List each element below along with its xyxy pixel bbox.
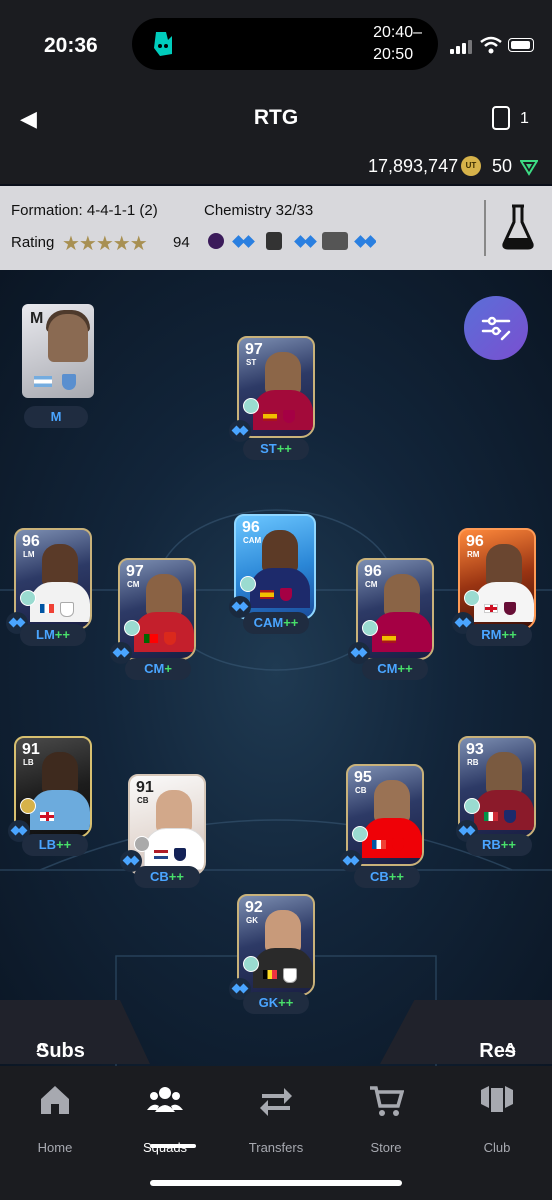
rating-stars: ★★★★★ [62,233,148,255]
tottenham-badge-icon [174,848,186,861]
player-card-cm-left[interactable]: 97 CM [118,558,196,660]
aston-villa-badge-icon [504,602,516,615]
england-flag-icon [484,604,498,613]
player-card-cb-right[interactable]: 95 CB [346,764,424,866]
squad-info-bar: Formation: 4-4-1-1 (2) Chemistry 32/33 R… [0,186,552,270]
player-card-st[interactable]: 97 ST [237,336,315,438]
premier-league-icon [208,233,224,249]
card-icon[interactable] [492,106,510,130]
squad-header: ◀ RTG 1 17,893,747 UT 50 [0,86,552,184]
cart-icon [370,1086,404,1116]
real-madrid-badge-icon [60,602,74,617]
position-tag-lm: LM++ [20,624,86,646]
adjust-icon [481,316,511,341]
formation-label[interactable]: Formation: 4-4-1-1 (2) [11,202,158,219]
battery-icon [508,38,534,52]
card-count: 1 [520,110,529,127]
club-icon [481,1086,513,1112]
position-tag-gk: GK++ [243,992,309,1014]
chem-style-icon [464,798,480,814]
chevron-up-icon: ^ [504,1040,516,1062]
transfers-icon [260,1088,292,1116]
netherlands-flag-icon [154,850,168,859]
man-city-badge-icon [60,810,72,823]
spain-flag-icon [382,634,396,643]
chem-style-icon [20,798,36,814]
squads-icon [147,1087,183,1112]
chem-style-icon [124,620,140,636]
position-tag-rm: RM++ [466,624,532,646]
chem-style-icon [243,398,259,414]
active-tab-indicator [150,1144,196,1148]
position-tag-cam: CAM++ [243,612,309,634]
wifi-icon [480,36,502,54]
liga-f-icon [322,232,348,250]
rating-label: Rating [11,234,55,251]
chem-style-icon [240,576,256,592]
chem-style-icon [362,620,378,636]
portugal-flag-icon [144,634,158,643]
chem-style-icon [243,956,259,972]
spain-flag-icon [263,412,277,421]
home-indicator [150,1180,402,1186]
pitch: M M 97 ST ST++ 96 LM LM++ 97 CM CM+ 96 C… [0,270,552,1070]
squad-builder-button[interactable] [464,296,528,360]
divider [484,200,486,256]
position-tag-cm-right: CM++ [362,658,428,680]
squad-title: RTG [253,106,299,129]
position-tag-cb-right: CB++ [354,866,420,888]
arsenal-badge-icon [392,838,404,851]
cellular-signal-icon [450,40,474,54]
rating-value: 94 [173,234,190,251]
club-badge-icon [62,374,76,390]
cagliari-badge-icon [504,810,516,823]
position-tag-cb-left: CB++ [134,866,200,888]
chemistry-label: Chemistry 32/33 [204,202,314,219]
barcelona-badge-icon [402,632,414,645]
manager-card[interactable]: M [22,304,94,398]
chem-style-icon [20,590,36,606]
player-card-cm-right[interactable]: 96 CM [356,558,434,660]
fc-points-icon [520,160,538,176]
barcelona-badge-icon [280,588,292,601]
chem-style-icon [134,836,150,852]
deliveroo-kangaroo-icon [146,28,178,60]
manager-tag: M [24,406,88,428]
manager-photo [48,314,88,362]
italy-flag-icon [484,812,498,821]
home-icon [41,1086,69,1114]
argentina-flag-icon [34,376,52,387]
position-tag-lb: LB++ [22,834,88,856]
england-flag-icon [40,812,54,821]
chem-style-icon [352,826,368,842]
player-card-gk[interactable]: 92 GK [237,894,315,996]
belgium-flag-icon [263,970,277,979]
real-madrid-badge-icon [283,968,297,983]
dynamic-island[interactable]: 20:40– 20:50 [132,18,438,70]
live-activity-time-range: 20:40– 20:50 [373,24,422,63]
position-tag-rb: RB++ [466,834,532,856]
france-flag-icon [372,840,386,849]
coin-icon: UT [461,156,481,176]
position-tag-cm-left: CM+ [125,658,191,680]
barcelona-badge-icon [283,410,295,423]
position-tag-st: ST++ [243,438,309,460]
flask-icon[interactable] [500,204,536,250]
status-bar: 20:36 20:40– 20:50 [0,0,552,86]
chem-style-icon [464,590,480,606]
spain-flag-icon [260,590,274,599]
france-flag-icon [40,604,54,613]
laliga-icon [266,232,282,250]
coin-balance: 17,893,747 [368,156,459,176]
points-balance: 50 [492,156,513,176]
league-chemistry-icons [208,232,376,250]
player-card-lm[interactable]: 96 LM [14,528,92,630]
clock: 20:36 [44,34,98,57]
man-utd-badge-icon [164,632,176,645]
